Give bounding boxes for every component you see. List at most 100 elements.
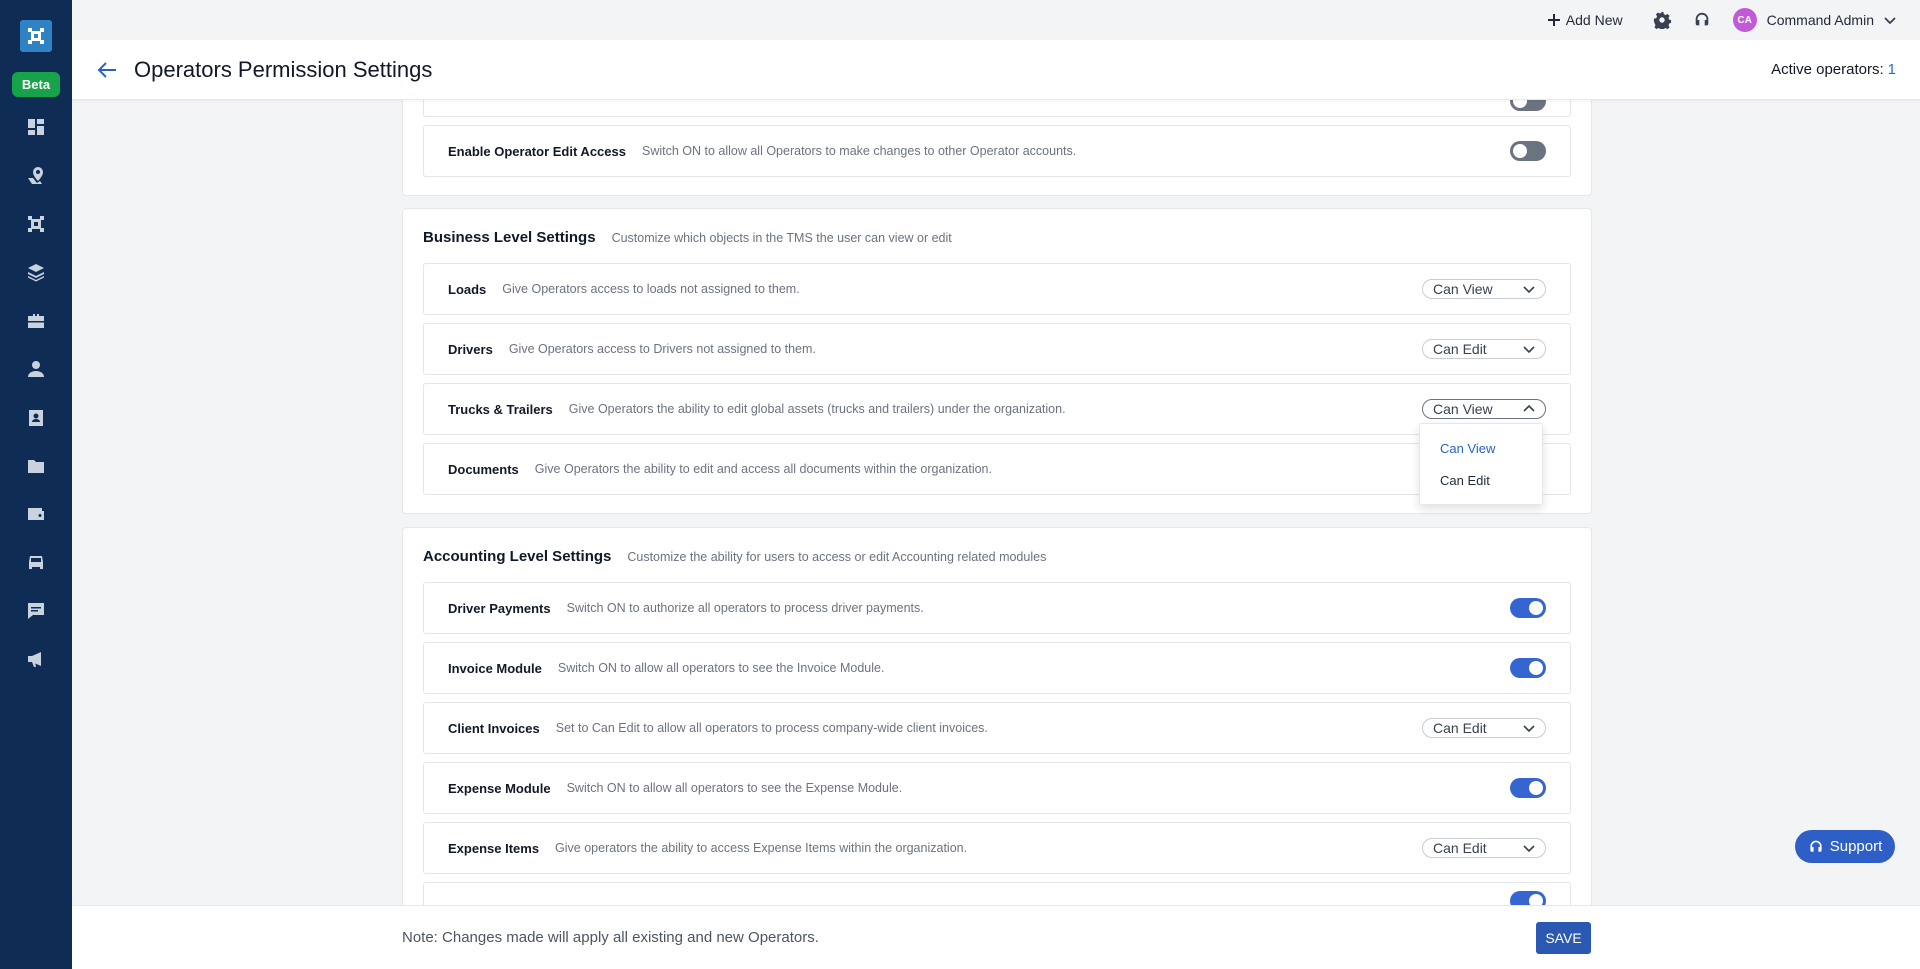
- hidden-toggle[interactable]: [1510, 100, 1546, 111]
- sidebar-item-dashboard[interactable]: [0, 103, 72, 151]
- back-arrow-icon[interactable]: [96, 59, 118, 81]
- sidebar-item-accounting[interactable]: [0, 490, 72, 538]
- accounting-settings-section: Accounting Level Settings Customize the …: [402, 527, 1592, 905]
- footer-note: Note: Changes made will apply all existi…: [402, 929, 819, 946]
- headset-icon[interactable]: [1693, 11, 1711, 29]
- chevron-down-icon: [1884, 17, 1896, 25]
- setting-row-drivers: Drivers Give Operators access to Drivers…: [423, 323, 1571, 375]
- client-invoices-permission-select[interactable]: Can Edit: [1422, 718, 1546, 738]
- sidebar-item-announcements[interactable]: [0, 635, 72, 683]
- loads-permission-select[interactable]: Can View: [1422, 279, 1546, 299]
- page-title: Operators Permission Settings: [134, 56, 433, 82]
- driver-payments-toggle[interactable]: [1510, 598, 1546, 618]
- chevron-up-icon: [1523, 404, 1535, 412]
- headset-icon: [1810, 840, 1822, 852]
- megaphone-icon: [28, 652, 41, 668]
- contact-card-icon: [29, 409, 43, 426]
- sidebar-item-layers[interactable]: [0, 248, 72, 296]
- setting-row-driver-payments: Driver Payments Switch ON to authorize a…: [423, 582, 1571, 634]
- setting-row-client-invoices: Client Invoices Set to Can Edit to allow…: [423, 702, 1571, 754]
- user-name: Command Admin: [1766, 12, 1874, 28]
- chevron-down-icon: [1523, 725, 1535, 733]
- row-title: Drivers: [448, 341, 493, 357]
- setting-row-documents: Documents Give Operators the ability to …: [423, 443, 1571, 495]
- drivers-permission-select[interactable]: Can Edit: [1422, 339, 1546, 359]
- select-value: Can Edit: [1433, 720, 1487, 736]
- message-icon: [28, 603, 44, 620]
- expense-items-permission-select[interactable]: Can Edit: [1422, 838, 1546, 858]
- dropdown-option-can-view[interactable]: Can View: [1420, 432, 1542, 464]
- row-title: Driver Payments: [448, 600, 551, 616]
- row-desc: Switch ON to allow all Operators to make…: [641, 144, 1077, 158]
- select-value: Can View: [1433, 281, 1493, 297]
- row-desc: Switch ON to allow all operators to see …: [566, 781, 903, 795]
- support-label: Support: [1829, 838, 1883, 855]
- row-desc: Switch ON to allow all operators to see …: [557, 661, 885, 675]
- setting-row-hidden: [423, 100, 1571, 117]
- invoice-module-toggle[interactable]: [1510, 658, 1546, 678]
- setting-row-trucks-trailers: Trucks & Trailers Give Operators the abi…: [423, 383, 1571, 435]
- row-title: Documents: [448, 461, 519, 477]
- row-title: Loads: [448, 281, 487, 297]
- app-logo[interactable]: [20, 20, 52, 52]
- select-value: Can Edit: [1433, 840, 1487, 856]
- gear-icon[interactable]: [1653, 11, 1671, 29]
- user-icon: [28, 361, 44, 378]
- row-title: Expense Module: [448, 780, 551, 796]
- dashboard-icon: [28, 119, 44, 136]
- row-desc: Give Operators the ability to edit and a…: [534, 462, 992, 476]
- row-title: Enable Operator Edit Access: [448, 143, 626, 159]
- avatar: CA: [1732, 8, 1757, 32]
- chevron-down-icon: [1523, 286, 1535, 294]
- row-desc: Give Operators access to Drivers not ass…: [508, 342, 816, 356]
- dropdown-option-can-edit[interactable]: Can Edit: [1420, 464, 1542, 496]
- row-desc: Give Operators access to loads not assig…: [502, 282, 800, 296]
- folder-icon: [28, 459, 44, 473]
- row-desc: Switch ON to authorize all operators to …: [566, 601, 924, 615]
- active-operators-label: Active operators:: [1771, 61, 1884, 78]
- section-desc: Customize which objects in the TMS the u…: [611, 231, 952, 245]
- sidebar-item-drivers[interactable]: [0, 345, 72, 393]
- trucks-trailers-permission-select[interactable]: Can View: [1422, 399, 1546, 419]
- truck-icon: [29, 555, 43, 569]
- setting-row-loads: Loads Give Operators access to loads not…: [423, 263, 1571, 315]
- top-bar: Add New CA Command Admin: [72, 0, 1920, 40]
- expense-module-toggle[interactable]: [1510, 778, 1546, 798]
- sidebar-item-fleet[interactable]: [0, 539, 72, 587]
- logo-grid-icon: [28, 215, 44, 232]
- plus-icon: [1547, 14, 1560, 26]
- sidebar-item-board[interactable]: [0, 200, 72, 248]
- sidebar-item-messages[interactable]: [0, 587, 72, 635]
- beta-badge: Beta: [11, 72, 61, 97]
- save-button[interactable]: SAVE: [1536, 922, 1591, 954]
- select-value: Can View: [1433, 401, 1493, 417]
- logo-icon: [28, 28, 44, 44]
- add-new-button[interactable]: Add New: [1547, 12, 1623, 28]
- operator-edit-toggle[interactable]: [1510, 141, 1546, 161]
- row-desc: Give Operators the ability to edit globa…: [568, 402, 1066, 416]
- support-button[interactable]: Support: [1795, 830, 1895, 863]
- sidebar-nav: [0, 103, 72, 684]
- chevron-down-icon: [1523, 845, 1535, 853]
- section-desc: Customize the ability for users to acces…: [627, 550, 1047, 564]
- user-menu[interactable]: CA Command Admin: [1732, 8, 1896, 32]
- setting-row-partial: [423, 882, 1571, 905]
- sidebar-item-tracking[interactable]: [0, 151, 72, 199]
- select-value: Can Edit: [1433, 341, 1487, 357]
- section-title: Business Level Settings: [423, 229, 596, 246]
- permission-dropdown-menu: Can View Can Edit: [1419, 423, 1543, 505]
- partial-toggle[interactable]: [1510, 891, 1546, 905]
- settings-content[interactable]: Enable Operator Edit Access Switch ON to…: [72, 100, 1920, 905]
- sidebar: Beta: [0, 0, 72, 969]
- active-operators-count[interactable]: 1: [1888, 61, 1896, 78]
- sidebar-item-documents[interactable]: [0, 442, 72, 490]
- row-title: Invoice Module: [448, 660, 542, 676]
- business-settings-section: Business Level Settings Customize which …: [402, 208, 1592, 514]
- sidebar-item-jobs[interactable]: [0, 297, 72, 345]
- setting-row-expense-module: Expense Module Switch ON to allow all op…: [423, 762, 1571, 814]
- row-desc: Give operators the ability to access Exp…: [555, 841, 968, 855]
- row-title: Client Invoices: [448, 720, 540, 736]
- operator-settings-section: Enable Operator Edit Access Switch ON to…: [402, 100, 1592, 196]
- sidebar-item-contacts[interactable]: [0, 393, 72, 441]
- chevron-down-icon: [1523, 346, 1535, 354]
